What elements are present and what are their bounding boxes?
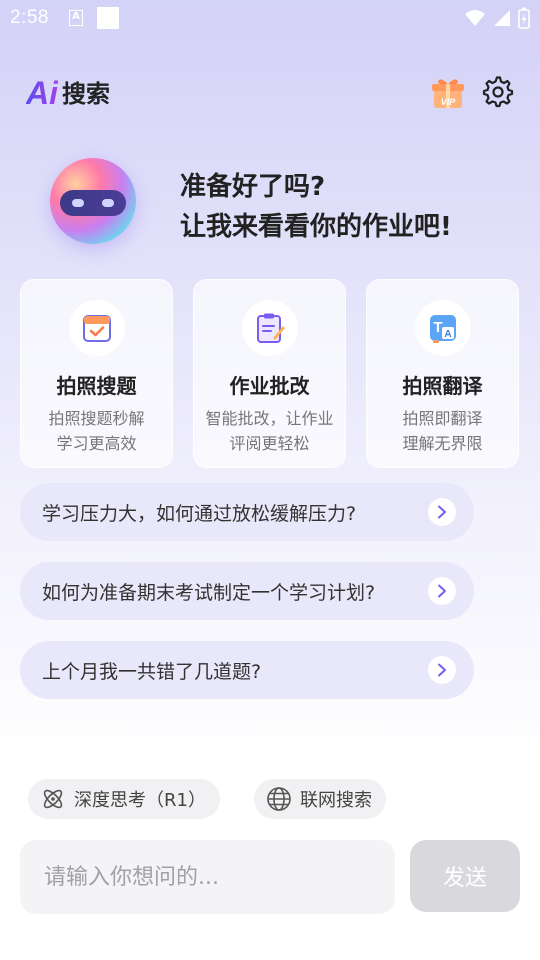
feature-title: 拍照翻译	[402, 374, 483, 398]
feature-icon-wrap: T A	[415, 300, 471, 356]
feature-cards: 拍照搜题 拍照搜题秒解 学习更高效 作业批改 智能批改，让作业 评阅更轻松 T	[20, 279, 520, 468]
feature-icon-wrap	[69, 300, 125, 356]
svg-text:T: T	[433, 319, 442, 336]
hero-title-line1: 准备好了吗?	[180, 172, 326, 202]
calendar-check-icon	[83, 315, 111, 342]
vip-gift-icon[interactable]: VIP	[430, 76, 466, 112]
feature-card-photo-translate[interactable]: T A 拍照翻译 拍照即翻译 理解无界限	[366, 279, 519, 468]
app-logo: Ai 搜索	[26, 76, 110, 110]
suggestion-text: 学习压力大，如何通过放松缓解压力?	[42, 502, 357, 525]
feature-title: 作业批改	[229, 374, 310, 398]
avatar-eye-left	[72, 199, 84, 207]
vip-label: VIP	[441, 97, 457, 107]
hero-section: 准备好了吗? 让我来看看你的作业吧!	[44, 150, 524, 260]
deep-think-label: 深度思考（R1）	[74, 790, 206, 811]
chevron-right-icon	[428, 577, 456, 605]
status-bar: 2:58 A	[0, 0, 540, 36]
feature-desc-line: 拍照搜题秒解	[48, 409, 145, 428]
feature-desc: 拍照搜题秒解 学习更高效	[21, 406, 172, 456]
send-button[interactable]: 发送	[410, 840, 520, 912]
feature-desc-line: 学习更高效	[56, 434, 137, 453]
chevron-right-icon	[428, 498, 456, 526]
hero-title-line2: 让我来看看你的作业吧!	[180, 212, 452, 242]
top-bar: Ai 搜索 VIP	[26, 70, 516, 118]
feature-desc-line: 理解无界限	[402, 434, 483, 453]
feature-icon-wrap	[242, 300, 298, 356]
notification-square-icon	[96, 7, 119, 29]
web-search-toggle[interactable]: 联网搜索	[254, 779, 386, 819]
notification-a-icon: A	[68, 10, 83, 26]
translate-icon: T A	[430, 315, 456, 343]
suggestion-text: 如何为准备期末考试制定一个学习计划?	[42, 581, 376, 604]
assistant-avatar	[50, 158, 136, 244]
avatar-face	[60, 190, 126, 216]
wifi-icon	[465, 10, 485, 26]
status-time: 2:58	[10, 7, 49, 28]
battery-charging-icon	[518, 7, 530, 29]
suggestion-item[interactable]: 学习压力大，如何通过放松缓解压力?	[20, 483, 474, 541]
question-input[interactable]	[20, 840, 395, 914]
feature-desc: 智能批改，让作业 评阅更轻松	[194, 406, 345, 456]
avatar-eye-right	[102, 199, 114, 207]
logo-text: 搜索	[62, 80, 110, 108]
suggestion-text: 上个月我一共错了几道题?	[42, 660, 262, 683]
atom-icon	[43, 789, 63, 809]
suggestion-item[interactable]: 上个月我一共错了几道题?	[20, 641, 474, 699]
feature-desc-line: 评阅更轻松	[229, 434, 310, 453]
feature-card-photo-search[interactable]: 拍照搜题 拍照搜题秒解 学习更高效	[20, 279, 173, 468]
chevron-right-icon	[428, 656, 456, 684]
suggestion-item[interactable]: 如何为准备期末考试制定一个学习计划?	[20, 562, 474, 620]
logo-ai-mark: Ai	[26, 75, 58, 111]
globe-icon	[267, 787, 291, 811]
web-search-label: 联网搜索	[300, 790, 372, 811]
feature-desc-line: 智能批改，让作业	[205, 409, 334, 428]
svg-text:A: A	[444, 329, 451, 340]
clipboard-pencil-icon	[257, 313, 285, 343]
signal-icon	[494, 10, 510, 26]
gear-icon[interactable]	[482, 76, 514, 108]
feature-desc: 拍照即翻译 理解无界限	[367, 406, 518, 456]
feature-title: 拍照搜题	[56, 374, 137, 398]
feature-desc-line: 拍照即翻译	[402, 409, 483, 428]
status-right-icons	[464, 7, 530, 29]
deep-think-toggle[interactable]: 深度思考（R1）	[28, 779, 220, 819]
feature-card-homework-grading[interactable]: 作业批改 智能批改，让作业 评阅更轻松	[193, 279, 346, 468]
